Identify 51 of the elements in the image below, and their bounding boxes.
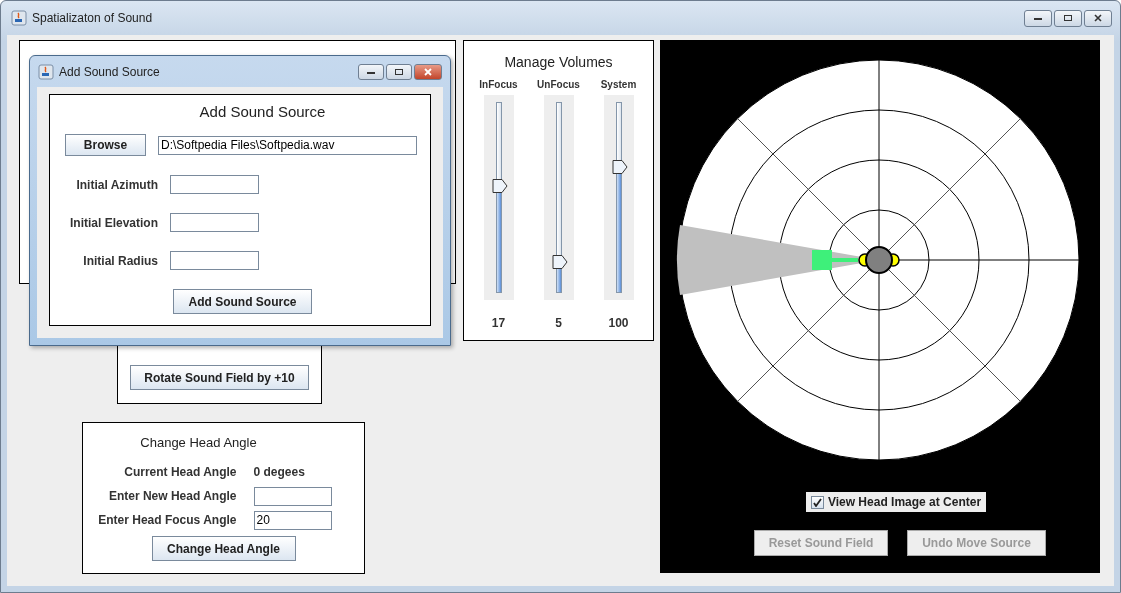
close-icon — [1093, 14, 1103, 22]
slider-label: System — [600, 79, 637, 92]
dialog-title: Add Sound Source — [59, 64, 160, 79]
slider-thumb[interactable] — [551, 253, 568, 270]
volume-slider[interactable] — [483, 95, 514, 300]
checkbox[interactable] — [810, 495, 824, 509]
minimize-button[interactable] — [1024, 9, 1052, 27]
maximize-icon — [1063, 14, 1073, 22]
file-path-field[interactable]: D:\Softpedia Files\Softpedia.wav — [158, 135, 417, 155]
slider-value: 100 — [608, 316, 629, 330]
input-field[interactable] — [170, 251, 259, 270]
maximize-icon — [394, 67, 404, 76]
slider-value: 5 — [555, 316, 562, 330]
dialog-heading: Add Sound Source — [199, 103, 326, 120]
slider-label: InFocus — [479, 79, 518, 92]
slider-thumb[interactable] — [491, 178, 508, 195]
minimize-button[interactable] — [358, 63, 384, 80]
head-icon — [858, 246, 900, 274]
rotate-button[interactable]: Rotate Sound Field by +10 — [130, 365, 309, 390]
input-field[interactable]: 20 — [253, 510, 332, 530]
volume-slider[interactable] — [603, 95, 634, 300]
cup-icon — [11, 10, 27, 26]
cup-icon — [38, 63, 54, 80]
input-field[interactable] — [170, 175, 259, 194]
field-label: Enter New Head Angle — [107, 489, 237, 503]
browse-button[interactable]: Browse — [65, 134, 146, 156]
slider-thumb[interactable] — [611, 159, 628, 176]
change-head-angle-button[interactable]: Change Head Angle — [151, 536, 296, 561]
slider-label: UnFocus — [537, 79, 580, 92]
volume-slider[interactable] — [543, 95, 574, 300]
field-label: Initial Azimuth — [75, 177, 158, 192]
field-label: Initial Radius — [82, 253, 158, 268]
sound-source-marker[interactable] — [812, 250, 858, 270]
minimize-icon — [1033, 15, 1043, 21]
add-sound-source-button[interactable]: Add Sound Source — [173, 289, 312, 314]
slider-value: 17 — [491, 316, 506, 330]
panel-title: Manage Volumes — [504, 54, 613, 70]
head-image-checkbox[interactable]: View Head Image at Center — [805, 492, 987, 512]
field-label: Current Head Angle — [123, 465, 237, 479]
field-label: Enter Head Focus Angle — [97, 513, 237, 527]
close-icon — [423, 67, 433, 76]
input-field[interactable] — [253, 486, 332, 506]
close-button[interactable] — [414, 63, 442, 80]
window-title: Spatializaton of Sound — [32, 11, 153, 25]
field-label: Initial Elevation — [68, 215, 158, 230]
head-angle-value: 0 degees — [253, 465, 305, 479]
maximize-button[interactable] — [1054, 9, 1082, 27]
input-field[interactable] — [170, 213, 259, 232]
close-button[interactable] — [1084, 9, 1112, 27]
maximize-button[interactable] — [386, 63, 412, 80]
panel-title: Change Head Angle — [140, 435, 257, 450]
